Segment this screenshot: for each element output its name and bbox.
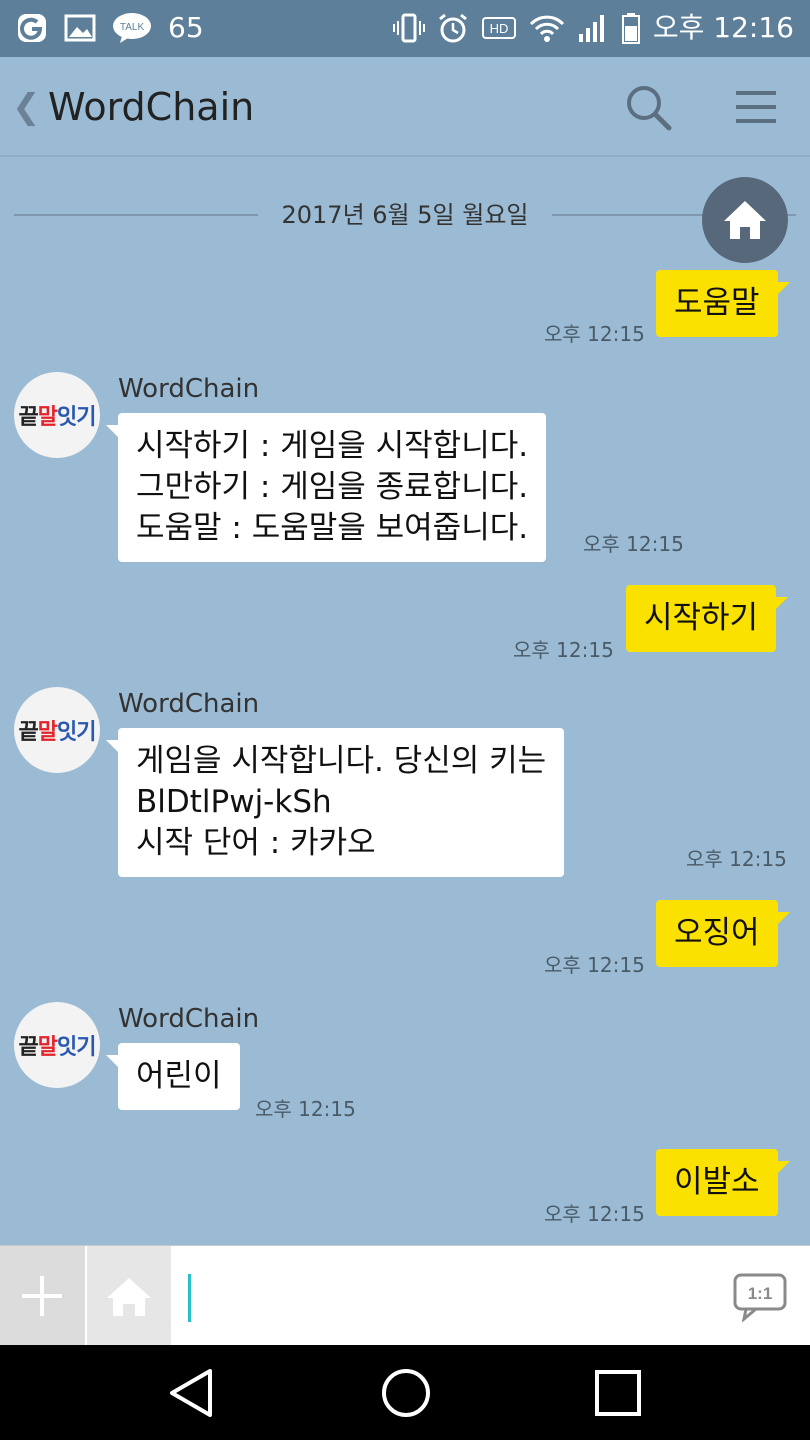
- search-icon[interactable]: [624, 83, 672, 131]
- channel-home-button[interactable]: [87, 1246, 171, 1346]
- message-time: 오후 12:15: [544, 953, 645, 977]
- bot-message-bubble[interactable]: 시작하기 : 게임을 시작합니다. 그만하기 : 게임을 종료합니다. 도움말 …: [105, 413, 547, 562]
- date-label: 2017년 6월 5일 월요일: [281, 201, 529, 229]
- plus-icon: [22, 1276, 62, 1316]
- text-cursor: [188, 1274, 191, 1322]
- my-message-bubble[interactable]: 시작하기: [626, 585, 789, 652]
- nav-home-icon[interactable]: [380, 1367, 432, 1419]
- system-navigation-bar: [0, 1345, 810, 1440]
- app-g-icon: [18, 14, 46, 42]
- home-icon: [107, 1278, 151, 1316]
- hd-voice-icon: HD: [481, 17, 516, 39]
- battery-icon: [621, 13, 640, 44]
- signal-icon: [578, 15, 604, 42]
- message-time: 오후 12:15: [686, 847, 787, 871]
- my-message-bubble[interactable]: 도움말: [656, 270, 790, 337]
- date-divider: 2017년 6월 5일 월요일: [0, 197, 810, 233]
- clock: 오후 12:16: [652, 11, 794, 44]
- bot-message-bubble[interactable]: 어린이: [106, 1043, 240, 1110]
- home-floating-button[interactable]: [702, 177, 788, 263]
- my-message-bubble[interactable]: 오징어: [656, 900, 790, 967]
- message-input[interactable]: [172, 1246, 720, 1346]
- svg-text:HD: HD: [489, 21, 508, 36]
- message-input-bar: 1:1: [0, 1245, 810, 1346]
- svg-text:1:1: 1:1: [748, 1284, 773, 1303]
- message-time: 오후 12:15: [255, 1097, 356, 1121]
- wifi-icon: [529, 15, 564, 42]
- home-icon: [724, 201, 766, 239]
- message-time: 오후 12:15: [544, 322, 645, 346]
- nav-recent-apps-icon[interactable]: [594, 1369, 642, 1417]
- sender-name: WordChain: [118, 1004, 260, 1034]
- menu-icon[interactable]: [736, 89, 776, 125]
- chat-header: ❮ WordChain: [0, 57, 810, 157]
- bot-avatar[interactable]: 끝 말 잇기: [14, 372, 100, 458]
- status-bar: TALK 65 HD 오후 12:16: [0, 0, 810, 57]
- bot-message-bubble[interactable]: 게임을 시작합니다. 당신의 키는 BlDtlPwj-kSh 시작 단어 : 카…: [105, 728, 565, 877]
- bot-avatar[interactable]: 끝 말 잇기: [14, 1002, 100, 1088]
- message-time: 오후 12:15: [583, 532, 684, 556]
- sender-name: WordChain: [118, 689, 260, 719]
- bot-avatar[interactable]: 끝 말 잇기: [14, 687, 100, 773]
- vibrate-icon: [392, 13, 425, 43]
- alarm-icon: [438, 13, 467, 43]
- one-on-one-chat-button[interactable]: 1:1: [732, 1272, 788, 1322]
- back-chevron-icon[interactable]: ❮: [12, 87, 41, 127]
- message-time: 오후 12:15: [544, 1202, 645, 1226]
- nav-back-icon[interactable]: [168, 1367, 214, 1419]
- kakaotalk-icon: TALK: [113, 13, 151, 43]
- gallery-icon: [64, 14, 96, 42]
- chat-title: WordChain: [48, 85, 255, 129]
- attach-button[interactable]: [0, 1246, 85, 1346]
- message-time: 오후 12:15: [513, 638, 614, 662]
- svg-text:TALK: TALK: [120, 22, 145, 33]
- sender-name: WordChain: [118, 374, 260, 404]
- my-message-bubble[interactable]: 이발소: [656, 1149, 790, 1216]
- chat-area[interactable]: 2017년 6월 5일 월요일 오후 12:15 도움말 끝 말 잇기 WordCh…: [0, 157, 810, 1245]
- notification-count: 65: [168, 11, 204, 44]
